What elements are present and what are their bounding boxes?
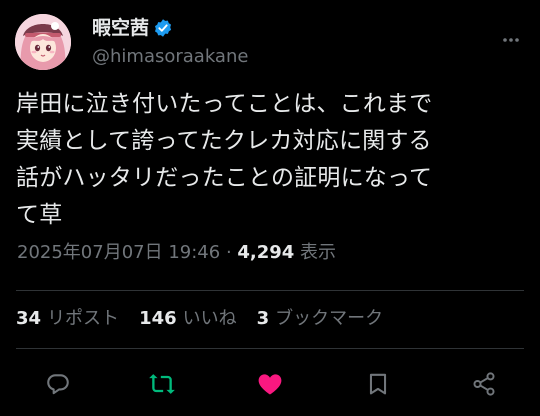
likes-stat[interactable]: 146 いいね	[139, 307, 237, 331]
engagement-stats: 34 リポスト 146 いいね 3 ブックマーク	[16, 307, 383, 331]
bookmark-icon[interactable]	[364, 370, 392, 398]
likes-count: 146	[139, 308, 177, 329]
reposts-count: 34	[16, 308, 42, 329]
share-icon[interactable]	[470, 370, 498, 398]
divider	[16, 348, 524, 349]
bookmarks-count: 3	[256, 308, 270, 329]
repost-icon[interactable]	[148, 370, 176, 398]
bookmarks-stat[interactable]: 3 ブックマーク	[257, 307, 384, 331]
avatar-image	[15, 14, 71, 70]
tweet-text-line: 実績として誇ってたクレカ対応に関する	[16, 128, 432, 154]
verified-badge-icon	[153, 18, 173, 38]
views-label: 表示	[294, 242, 337, 263]
views-count[interactable]: 4,294	[237, 242, 294, 263]
heart-icon[interactable]	[256, 370, 284, 398]
tweet-text-line: 岸田に泣き付いたってことは、これまで	[16, 91, 433, 117]
tweet-text-line: 話がハッタリだったことの証明になって	[16, 165, 433, 191]
reposts-stat[interactable]: 34 リポスト	[16, 307, 119, 331]
display-name[interactable]: 暇空茜	[92, 16, 149, 40]
meta-separator: ·	[220, 242, 238, 263]
action-bar	[0, 362, 540, 406]
tweet-header: 暇空茜 @himasoraakane	[15, 14, 525, 70]
likes-label: いいね	[182, 308, 237, 329]
divider	[16, 290, 524, 291]
bookmarks-label: ブックマーク	[275, 308, 384, 329]
timestamp[interactable]: 2025年07月07日 19:46	[17, 242, 220, 263]
reply-icon[interactable]	[44, 370, 72, 398]
more-icon[interactable]	[501, 30, 521, 50]
avatar[interactable]	[15, 14, 71, 70]
tweet-text-line: て草	[16, 202, 63, 228]
tweet-text: 岸田に泣き付いたってことは、これまで 実績として誇ってたクレカ対応に関する 話が…	[16, 86, 526, 234]
user-handle[interactable]: @himasoraakane	[92, 46, 248, 68]
user-names: 暇空茜 @himasoraakane	[92, 16, 248, 68]
reposts-label: リポスト	[47, 308, 120, 329]
tweet-meta: 2025年07月07日 19:46 · 4,294 表示	[17, 241, 336, 265]
tweet: 暇空茜 @himasoraakane 岸田に泣き付いたってことは、これまで 実績…	[0, 0, 540, 416]
display-name-row: 暇空茜	[92, 16, 248, 40]
